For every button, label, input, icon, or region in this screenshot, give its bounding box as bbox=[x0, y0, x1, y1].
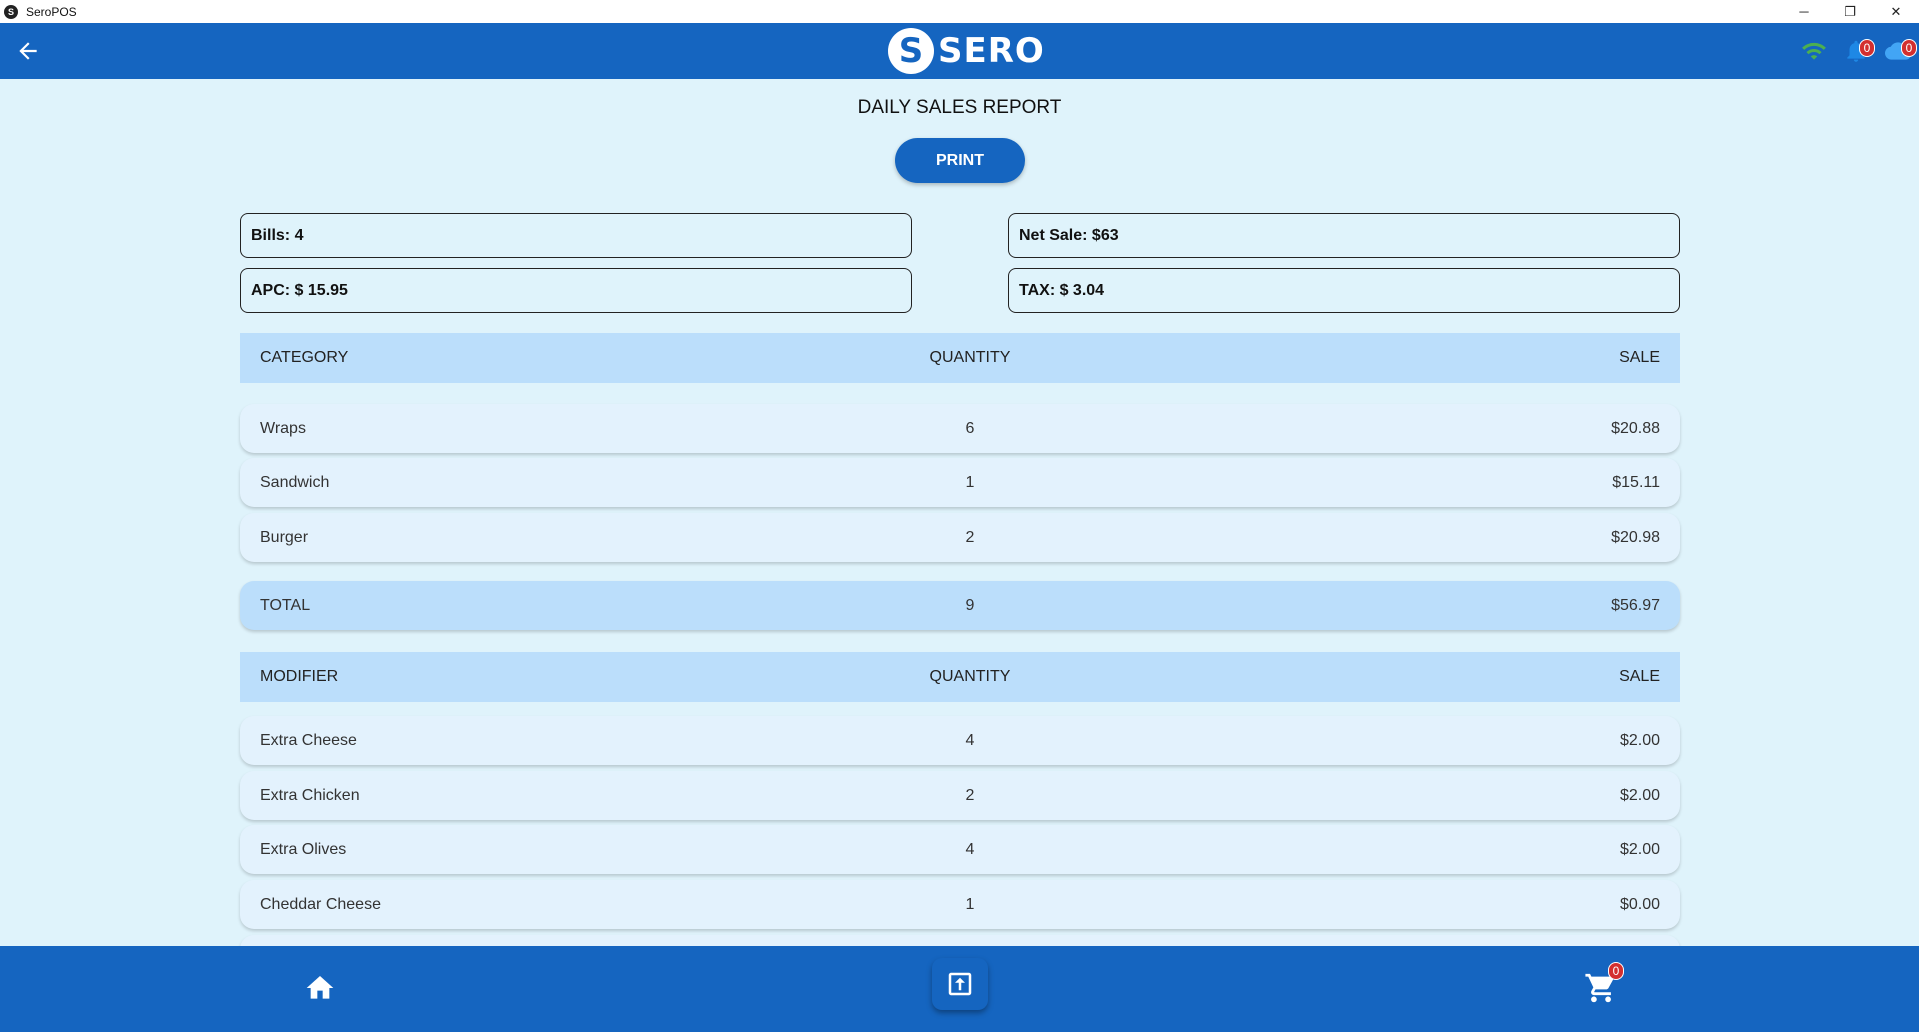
row-quantity: 4 bbox=[965, 731, 975, 749]
window-titlebar: S SeroPOS ─ ❐ ✕ bbox=[0, 0, 1919, 23]
table-row: Extra Olives 4 $2.00 bbox=[240, 825, 1680, 874]
wifi-icon bbox=[1802, 42, 1826, 60]
table-row: Sandwich 1 $15.11 bbox=[240, 458, 1680, 507]
row-quantity: 1 bbox=[965, 895, 975, 913]
home-icon bbox=[306, 976, 334, 999]
row-sale: $20.98 bbox=[1611, 528, 1660, 546]
total-quantity: 9 bbox=[965, 596, 975, 614]
row-quantity: 1 bbox=[965, 473, 975, 491]
tax-stat: TAX: $ 3.04 bbox=[1008, 268, 1680, 313]
bills-stat: Bills: 4 bbox=[240, 213, 912, 258]
print-button[interactable]: PRINT bbox=[895, 138, 1025, 183]
table-row: Extra Cheese 4 $2.00 bbox=[240, 716, 1680, 765]
column-header-quantity: QUANTITY bbox=[929, 668, 1011, 685]
logo-mark-letter: S bbox=[898, 31, 924, 71]
logo-mark: S bbox=[888, 28, 934, 74]
window-controls: ─ ❐ ✕ bbox=[1781, 0, 1919, 23]
logo-text: SERO bbox=[938, 31, 1045, 71]
row-quantity: 2 bbox=[965, 786, 975, 804]
row-sale: $0.00 bbox=[1619, 895, 1660, 913]
row-sale: $2.00 bbox=[1619, 840, 1660, 858]
column-header-sale: SALE bbox=[1619, 349, 1660, 366]
notification-count-badge: 0 bbox=[1859, 39, 1875, 57]
report-content: DAILY SALES REPORT PRINT Bills: 4 Net Sa… bbox=[0, 79, 1919, 946]
row-sale: $20.88 bbox=[1611, 419, 1660, 437]
modifier-table-header: MODIFIER QUANTITY SALE bbox=[240, 652, 1680, 702]
table-row: Wraps 6 $20.88 bbox=[240, 404, 1680, 453]
status-icons: 0 0 bbox=[1799, 37, 1917, 65]
window-title: SeroPOS bbox=[26, 4, 77, 19]
row-sale: $2.00 bbox=[1619, 731, 1660, 749]
wifi-status bbox=[1799, 37, 1829, 65]
row-sale: $15.11 bbox=[1612, 473, 1660, 491]
page-title: DAILY SALES REPORT bbox=[857, 97, 1062, 118]
table-row: Burger 2 $20.98 bbox=[240, 513, 1680, 562]
row-quantity: 6 bbox=[965, 419, 975, 437]
table-row: Cheddar Cheese 1 $0.00 bbox=[240, 880, 1680, 929]
app-header: S SERO 0 0 bbox=[0, 23, 1919, 79]
column-header-quantity: QUANTITY bbox=[929, 349, 1011, 366]
net-sale-stat: Net Sale: $63 bbox=[1008, 213, 1680, 258]
total-row: TOTAL 9 $56.97 bbox=[240, 581, 1680, 630]
row-quantity: 4 bbox=[965, 840, 975, 858]
app-logo-icon: S bbox=[4, 4, 18, 19]
column-header-sale: SALE bbox=[1619, 668, 1660, 685]
sero-logo: S SERO bbox=[888, 28, 1045, 74]
cloud-count-badge: 0 bbox=[1901, 39, 1917, 57]
back-arrow-icon bbox=[19, 42, 37, 60]
cloud-sync-button[interactable]: 0 bbox=[1883, 37, 1917, 65]
row-quantity: 2 bbox=[965, 528, 975, 546]
home-button[interactable] bbox=[300, 968, 340, 1008]
close-window-button[interactable]: ✕ bbox=[1873, 0, 1919, 23]
bottom-navigation: 0 bbox=[0, 946, 1919, 1032]
apc-stat: APC: $ 15.95 bbox=[240, 268, 912, 313]
cart-count-badge: 0 bbox=[1608, 962, 1624, 980]
upload-box-icon bbox=[948, 972, 972, 996]
row-sale: $2.00 bbox=[1619, 786, 1660, 804]
restore-button[interactable]: ❐ bbox=[1827, 0, 1873, 23]
cart-button[interactable]: 0 bbox=[1580, 962, 1624, 1010]
category-table-header: CATEGORY QUANTITY SALE bbox=[240, 333, 1680, 383]
table-row-partial bbox=[240, 935, 1680, 946]
total-sale: $56.97 bbox=[1611, 596, 1660, 614]
upload-button[interactable] bbox=[932, 958, 988, 1010]
notifications-button[interactable]: 0 bbox=[1841, 37, 1875, 65]
table-row: Extra Chicken 2 $2.00 bbox=[240, 771, 1680, 820]
minimize-button[interactable]: ─ bbox=[1781, 0, 1827, 23]
back-button[interactable] bbox=[12, 35, 44, 67]
